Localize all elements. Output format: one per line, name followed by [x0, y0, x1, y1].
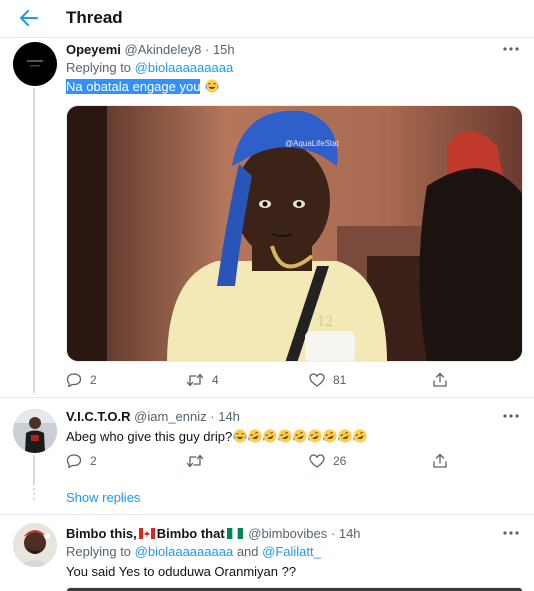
- avatar-logo-icon: [13, 42, 57, 86]
- thread-header: Thread: [0, 0, 534, 38]
- like-count: 81: [333, 373, 347, 387]
- nigeria-flag-icon: [226, 528, 243, 539]
- retweet-button[interactable]: 4: [186, 372, 219, 388]
- mention-link[interactable]: @biolaaaaaaaaa: [135, 544, 234, 559]
- rolling-on-floor-laughing-icon: [293, 429, 307, 443]
- share-icon: [433, 453, 447, 468]
- user-handle[interactable]: @iam_enniz: [134, 409, 206, 424]
- tweet-media-image[interactable]: @AquaLifeStat 12: [66, 105, 523, 362]
- show-replies-link[interactable]: Show replies: [66, 490, 140, 505]
- reply-icon: [66, 454, 82, 469]
- emoji-row: [232, 429, 367, 444]
- like-button[interactable]: 81: [309, 372, 346, 388]
- tweet-header: Bimbo this, Bimbo that @bimbovibes · 14h: [66, 526, 361, 541]
- replying-joiner: and: [236, 544, 259, 559]
- shirt-print: 12: [317, 313, 333, 330]
- rolling-on-floor-laughing-icon: [323, 429, 337, 443]
- rolling-on-floor-laughing-icon: [353, 429, 367, 443]
- user-handle[interactable]: @Akindeley8: [125, 42, 202, 57]
- tweet-header: V.I.C.T.O.R @iam_enniz · 14h: [66, 409, 240, 424]
- thread-continuation-dots: [33, 488, 35, 504]
- avatar-person-icon: [13, 409, 57, 453]
- retweet-icon: [186, 454, 204, 468]
- timestamp[interactable]: 15h: [213, 42, 235, 57]
- rolling-on-floor-laughing-icon: [338, 429, 352, 443]
- selected-text: Na obatala engage you: [66, 79, 201, 94]
- tweet-body: Abeg who give this guy drip?: [66, 429, 233, 444]
- reply-button[interactable]: 2: [66, 453, 97, 469]
- avatar[interactable]: [13, 523, 57, 567]
- timestamp[interactable]: 14h: [218, 409, 240, 424]
- replying-prefix: Replying to: [66, 544, 132, 559]
- replying-to: Replying to @biolaaaaaaaaa and @Falilatt…: [66, 544, 321, 559]
- tweet-header: Opeyemi @Akindeley8 · 15h: [66, 42, 235, 57]
- more-options-button[interactable]: [500, 42, 522, 56]
- tweet-body: You said Yes to oduduwa Oranmiyan ??: [66, 564, 297, 579]
- display-name-part: Bimbo that: [156, 526, 225, 541]
- separator-dot: ·: [330, 526, 336, 541]
- reply-count: 2: [90, 454, 97, 468]
- separator-dot: ·: [204, 42, 210, 57]
- user-handle[interactable]: @bimbovibes: [248, 526, 327, 541]
- retweet-count: 4: [212, 373, 219, 387]
- replying-to: Replying to @biolaaaaaaaaa: [66, 60, 233, 75]
- avatar[interactable]: [13, 409, 57, 453]
- like-count: 26: [333, 454, 347, 468]
- display-name[interactable]: Bimbo this, Bimbo that: [66, 526, 245, 541]
- retweet-icon: [186, 373, 204, 387]
- canada-flag-icon: [138, 528, 155, 539]
- mention-link[interactable]: @biolaaaaaaaaa: [135, 60, 234, 75]
- rolling-on-floor-laughing-icon: [278, 429, 292, 443]
- tweet-actions: 2 26: [66, 453, 456, 471]
- rolling-on-floor-laughing-icon: [263, 429, 277, 443]
- video-still-illustration: @AquaLifeStat 12: [67, 106, 522, 361]
- page-title: Thread: [66, 8, 123, 27]
- share-button[interactable]: [432, 453, 448, 469]
- share-button[interactable]: [432, 372, 448, 388]
- face-with-tears-of-joy-icon: [205, 79, 219, 93]
- rolling-on-floor-laughing-icon: [308, 429, 322, 443]
- tweet-text: You said Yes to oduduwa Oranmiyan ??: [66, 564, 296, 579]
- tweet-text: Abeg who give this guy drip?: [66, 429, 367, 444]
- reply-count: 2: [90, 373, 97, 387]
- rolling-on-floor-laughing-icon: [248, 429, 262, 443]
- avatar[interactable]: [13, 42, 57, 86]
- back-button[interactable]: [16, 5, 42, 31]
- tweet-text: Na obatala engage you: [66, 79, 219, 94]
- more-options-button[interactable]: [500, 526, 522, 540]
- tweet[interactable]: Opeyemi @Akindeley8 · 15h Replying to @b…: [0, 38, 534, 395]
- mention-link[interactable]: @Falilatt_: [262, 544, 321, 559]
- reply-button[interactable]: 2: [66, 372, 97, 388]
- heart-icon: [309, 454, 325, 468]
- more-icon: [503, 47, 519, 51]
- more-icon: [503, 414, 519, 418]
- tweet[interactable]: Bimbo this, Bimbo that @bimbovibes · 14h …: [0, 515, 534, 591]
- media-watermark: @AquaLifeStat: [285, 139, 340, 148]
- more-options-button[interactable]: [500, 409, 522, 423]
- like-button[interactable]: 26: [309, 453, 346, 469]
- media-preview-edge: [66, 587, 523, 591]
- face-with-tears-of-joy-icon: [233, 429, 247, 443]
- share-icon: [433, 372, 447, 387]
- avatar-person-icon: [13, 523, 57, 567]
- reply-icon: [66, 373, 82, 388]
- replying-prefix: Replying to: [66, 60, 132, 75]
- tweet-actions: 2 4 81: [66, 372, 456, 390]
- more-icon: [503, 531, 519, 535]
- heart-icon: [309, 373, 325, 387]
- display-name[interactable]: Opeyemi: [66, 42, 121, 57]
- display-name-part: Bimbo this,: [66, 526, 137, 541]
- timestamp[interactable]: 14h: [339, 526, 361, 541]
- separator-dot: ·: [210, 409, 215, 424]
- display-name[interactable]: V.I.C.T.O.R: [66, 409, 131, 424]
- back-arrow-icon: [20, 10, 38, 26]
- retweet-button[interactable]: [186, 453, 212, 469]
